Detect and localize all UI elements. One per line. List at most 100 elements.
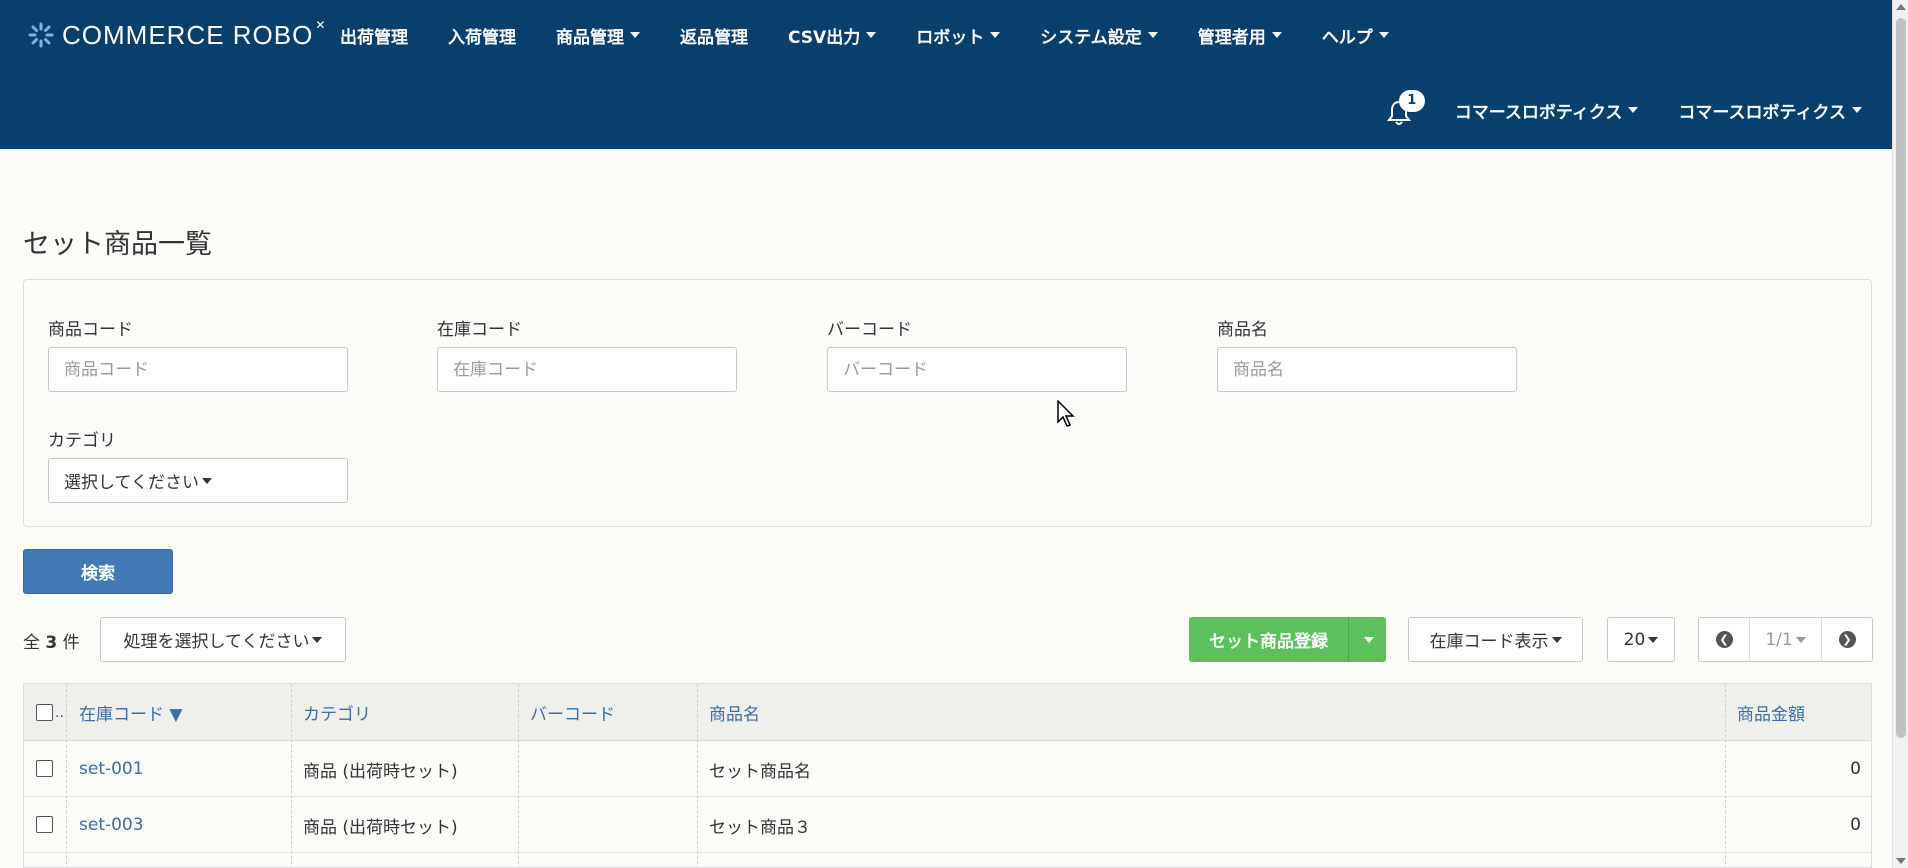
- notification-count-badge: 1: [1398, 90, 1425, 112]
- nav-item-csv-export[interactable]: CSV出力: [788, 23, 877, 48]
- caret-down-icon: [1628, 107, 1639, 113]
- caret-down-icon: [990, 32, 1001, 38]
- row-barcode: [518, 741, 530, 797]
- category-select[interactable]: 選択してください: [48, 458, 348, 503]
- stock-code-input[interactable]: [437, 347, 737, 392]
- total-suffix: 件: [62, 633, 80, 653]
- page-indicator: 1/1: [1765, 629, 1793, 650]
- row-barcode: [518, 797, 530, 853]
- caret-down-icon: [866, 32, 877, 38]
- page-size-value: 20: [1623, 629, 1646, 650]
- page-title: セット商品一覧: [23, 229, 212, 260]
- prev-page-button[interactable]: ❮: [1699, 618, 1749, 661]
- category-selected-value: 選択してください: [64, 473, 199, 493]
- scroll-up-arrow-icon[interactable]: [1896, 4, 1906, 10]
- next-page-button[interactable]: ❯: [1822, 618, 1872, 661]
- column-divider: [518, 684, 519, 867]
- company-menu[interactable]: コマースロボティクス: [1455, 98, 1639, 123]
- nav-label: 商品管理: [556, 27, 624, 48]
- select-all-more: ..: [55, 704, 64, 721]
- nav-item-system-settings[interactable]: システム設定: [1040, 23, 1158, 48]
- code-display-select[interactable]: 在庫コード表示: [1408, 617, 1583, 662]
- search-button[interactable]: 検索: [23, 549, 173, 594]
- caret-down-icon: [1648, 636, 1659, 643]
- header-price[interactable]: 商品金額: [1725, 684, 1805, 741]
- main-nav: 出荷管理 入荷管理 商品管理 返品管理 CSV出力 ロボット システム設定 管理…: [340, 18, 1389, 52]
- nav-item-receiving[interactable]: 入荷管理: [448, 23, 516, 48]
- row-product-name: セット商品３: [709, 817, 811, 838]
- header-category[interactable]: カテゴリ: [291, 684, 371, 741]
- user-nav: 1 コマースロボティクス コマースロボティクス: [1386, 90, 1862, 128]
- register-set-product-button[interactable]: セット商品登録: [1189, 617, 1348, 662]
- nav-label: CSV出力: [788, 27, 861, 48]
- caret-down-icon: [201, 477, 212, 484]
- nav-item-help[interactable]: ヘルプ: [1322, 23, 1389, 48]
- chevron-left-icon: ❮: [1715, 631, 1733, 648]
- page-size-select[interactable]: 20: [1607, 617, 1675, 662]
- brand-logo[interactable]: COMMERCE ROBO ✕: [28, 18, 332, 52]
- header-barcode[interactable]: バーコード: [518, 684, 615, 741]
- header-product-name[interactable]: 商品名: [697, 684, 760, 741]
- product-code-input[interactable]: [48, 347, 348, 392]
- barcode-input[interactable]: [827, 347, 1127, 392]
- robo-logo-icon: [28, 22, 54, 48]
- row-stock-code-link[interactable]: set-001: [67, 741, 144, 797]
- row-product-name: セット商品名: [709, 761, 811, 782]
- caret-down-icon: [1551, 636, 1562, 643]
- nav-item-returns[interactable]: 返品管理: [680, 23, 748, 48]
- nav-label: 管理者用: [1197, 27, 1266, 48]
- bulk-action-label: 処理を選択してください: [123, 632, 310, 652]
- notifications-button[interactable]: 1: [1386, 90, 1425, 125]
- barcode-label: バーコード: [827, 320, 912, 340]
- caret-down-icon: [1378, 32, 1389, 38]
- row-price: 0: [1850, 759, 1861, 779]
- nav-item-admin[interactable]: 管理者用: [1198, 23, 1282, 48]
- user-label: コマースロボティクス: [1678, 102, 1846, 123]
- table-row: set-003 商品 (出荷時セット) セット商品３ 0: [24, 797, 1871, 853]
- page-scrollbar[interactable]: [1892, 0, 1908, 868]
- product-code-label: 商品コード: [48, 320, 133, 340]
- table-header: .. 在庫コード ▼ カテゴリ バーコード 商品名 商品金額: [24, 684, 1871, 741]
- pagination: ❮ 1/1 ❯: [1698, 617, 1873, 662]
- stock-code-label: 在庫コード: [437, 320, 522, 340]
- column-divider: [1725, 684, 1726, 867]
- select-all-checkbox[interactable]: [36, 704, 53, 721]
- product-name-label: 商品名: [1217, 320, 1268, 340]
- nav-label: ヘルプ: [1321, 27, 1373, 48]
- header-stock-code[interactable]: 在庫コード ▼: [67, 684, 182, 741]
- code-display-label: 在庫コード表示: [1429, 632, 1549, 652]
- scroll-down-arrow-icon[interactable]: [1896, 858, 1906, 864]
- set-product-table: .. 在庫コード ▼ カテゴリ バーコード 商品名 商品金額 set-001 商…: [23, 683, 1872, 868]
- category-label: カテゴリ: [48, 431, 116, 451]
- column-divider: [291, 684, 292, 867]
- brand-star-icon: ✕: [315, 18, 327, 32]
- row-stock-code-link[interactable]: set-003: [67, 797, 144, 853]
- row-checkbox[interactable]: [36, 816, 53, 833]
- caret-down-icon: [1271, 32, 1282, 38]
- register-set-product-button-group: セット商品登録: [1189, 617, 1386, 662]
- row-checkbox[interactable]: [36, 760, 53, 777]
- nav-label: 返品管理: [680, 27, 748, 48]
- bulk-action-select[interactable]: 処理を選択してください: [100, 617, 346, 662]
- nav-item-shipping[interactable]: 出荷管理: [340, 23, 408, 48]
- nav-item-robot[interactable]: ロボット: [916, 23, 1001, 48]
- top-navbar: COMMERCE ROBO ✕ 出荷管理 入荷管理 商品管理 返品管理 CSV出…: [0, 0, 1892, 149]
- total-count-value: 3: [45, 633, 58, 653]
- nav-label: システム設定: [1040, 27, 1142, 48]
- product-name-input[interactable]: [1217, 347, 1517, 392]
- caret-down-icon: [1364, 636, 1374, 643]
- row-select-cell: [36, 760, 53, 777]
- user-menu[interactable]: コマースロボティクス: [1678, 98, 1862, 123]
- page-select[interactable]: 1/1: [1749, 618, 1822, 661]
- column-divider: [66, 684, 67, 867]
- company-label: コマースロボティクス: [1454, 102, 1623, 123]
- scroll-thumb[interactable]: [1896, 18, 1906, 738]
- brand-name: COMMERCE ROBO: [62, 19, 314, 50]
- total-prefix: 全: [23, 633, 40, 653]
- caret-down-icon: [1795, 636, 1806, 643]
- caret-down-icon: [1147, 32, 1158, 38]
- caret-down-icon: [630, 32, 640, 38]
- nav-item-products[interactable]: 商品管理: [556, 23, 640, 48]
- row-category: 商品 (出荷時セット): [303, 817, 458, 838]
- register-set-product-dropdown-toggle[interactable]: [1348, 617, 1386, 662]
